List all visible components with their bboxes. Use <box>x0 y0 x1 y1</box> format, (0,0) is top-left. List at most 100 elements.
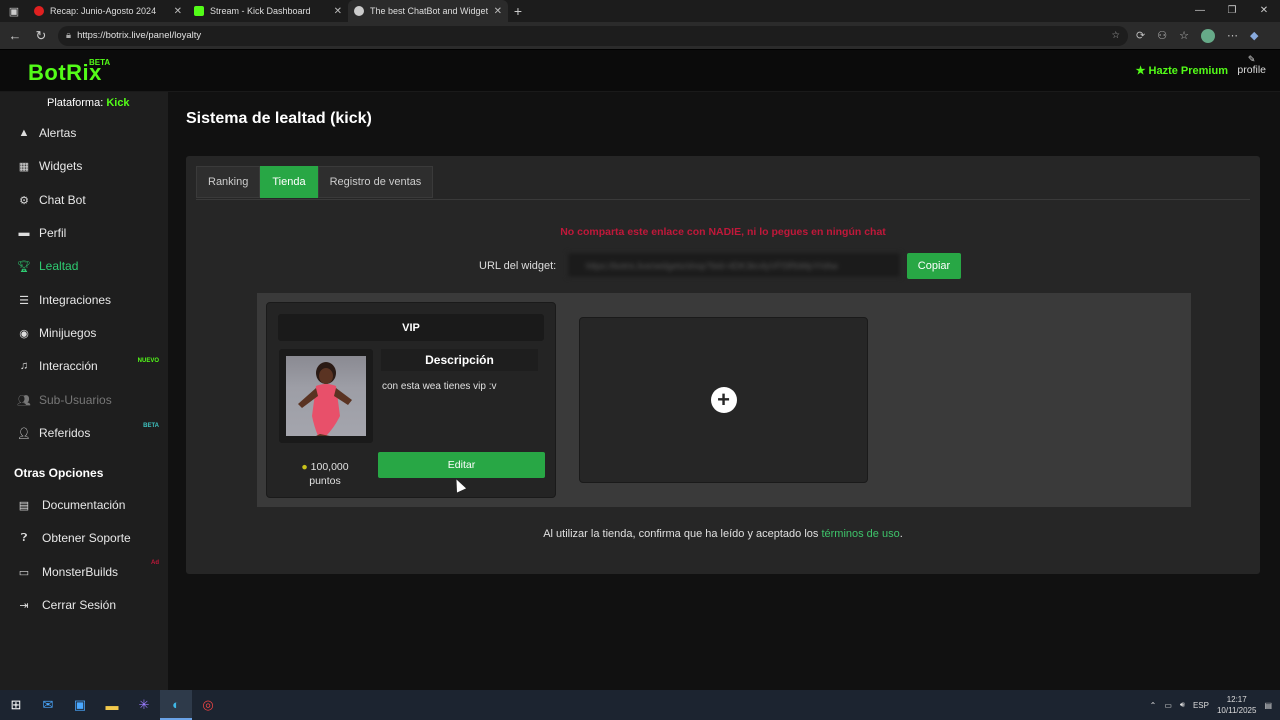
app-icon[interactable]: ✳ <box>128 690 160 720</box>
new-badge: NUEVO <box>137 358 159 364</box>
network-icon[interactable]: ▭ <box>1164 701 1172 710</box>
menu-dots-icon[interactable]: ⋯ <box>1227 29 1238 42</box>
back-icon[interactable]: ← <box>6 28 24 43</box>
taskbar: ⊞ ✉ ▣ ▬ ✳ ◐ ◎ ⌃ ▭ 🔊︎ ESP 12:17 10/11/202… <box>0 690 1280 720</box>
docs-icon: ▤ <box>18 499 30 512</box>
close-tab-icon[interactable]: ✕ <box>494 6 502 17</box>
file-explorer-icon[interactable]: ▬ <box>96 690 128 720</box>
sidebar-item-alertas[interactable]: ▲ Alertas <box>0 121 168 145</box>
item-name: VIP <box>278 314 544 341</box>
split-screen-icon[interactable]: ⚇ <box>1157 29 1167 42</box>
tab-ranking[interactable]: Ranking <box>196 166 261 198</box>
widget-url-field[interactable]: https://botrix.live/widgets/shop?bid=4DK… <box>567 252 901 278</box>
item-description: con esta wea tienes vip :v <box>382 381 497 392</box>
sidebar-item-cerrar-sesion[interactable]: ⇥ Cerrar Sesión <box>0 593 168 617</box>
share-warning: No comparta este enlace con NADIE, ni lo… <box>560 226 886 238</box>
browser-tab-2[interactable]: Stream - Kick Dashboard ✕ <box>188 0 348 22</box>
favorites-icon[interactable]: ☆ <box>1179 29 1189 42</box>
logo-beta-badge: BETA <box>89 58 111 67</box>
windows-start-icon[interactable]: ⊞ <box>0 690 32 720</box>
close-tab-icon[interactable]: ✕ <box>334 6 342 17</box>
site-header: BotRix BETA ★ Hazte Premium ✎ profile <box>0 50 1280 92</box>
sidebar-item-documentacion[interactable]: ▤ Documentación <box>0 493 168 517</box>
language-indicator[interactable]: ESP <box>1193 701 1209 710</box>
beta-badge: BETA <box>143 423 159 429</box>
add-item-card[interactable]: + <box>579 317 868 483</box>
premium-link[interactable]: ★ Hazte Premium <box>1136 64 1228 77</box>
copy-button[interactable]: Copiar <box>907 253 961 279</box>
close-window-icon[interactable]: ✕ <box>1248 0 1280 22</box>
url-field[interactable]: 🔒︎ https://botrix.live/panel/loyalty ☆ <box>58 25 1128 46</box>
sidebar-item-minijuegos[interactable]: ◉ Minijuegos <box>0 321 168 345</box>
laptop-icon: ▭ <box>18 566 30 579</box>
tab-title: Stream - Kick Dashboard <box>210 6 311 16</box>
tab-tienda[interactable]: Tienda <box>260 166 318 198</box>
plus-circle-icon[interactable]: + <box>710 387 737 413</box>
id-card-icon: ▬ <box>18 227 30 239</box>
sidebar-item-label: Documentación <box>42 498 126 512</box>
lock-icon: 🔒︎ <box>66 30 72 41</box>
sidebar-item-label: Lealtad <box>39 259 79 273</box>
page-title: Sistema de lealtad (kick) <box>186 110 372 127</box>
sidebar-item-label: Perfil <box>39 226 67 240</box>
obs-icon[interactable]: ◎ <box>192 690 224 720</box>
kick-favicon-icon <box>194 6 204 16</box>
new-tab-button[interactable]: + <box>508 3 528 19</box>
chevron-up-icon[interactable]: ⌃ <box>1150 701 1157 710</box>
minimize-icon[interactable]: — <box>1184 0 1216 22</box>
sidebar-item-chatbot[interactable]: ⚙ Chat Bot <box>0 188 168 212</box>
sidebar-item-label: Cerrar Sesión <box>42 598 117 612</box>
widget-url-label: URL del widget: <box>479 260 557 272</box>
clock[interactable]: 12:17 10/11/2025 <box>1217 694 1256 716</box>
sidebar-item-subusuarios[interactable]: 👥︎ Sub-Usuarios <box>0 388 168 412</box>
terms-text: Al utilizar la tienda, confirma que ha l… <box>543 528 822 540</box>
close-tab-icon[interactable]: ✕ <box>174 6 182 17</box>
outlook-icon[interactable]: ✉ <box>32 690 64 720</box>
profile-label: profile <box>1237 64 1266 76</box>
extensions-icon[interactable]: ⟳ <box>1136 29 1145 42</box>
sidebar-item-lealtad[interactable]: 🏆︎ Lealtad <box>0 254 168 278</box>
item-description-title: Descripción <box>381 349 538 371</box>
maximize-icon[interactable]: ❐ <box>1216 0 1248 22</box>
profile-link[interactable]: ✎ profile <box>1237 54 1266 76</box>
store-item-card: VIP Descripción con esta wea tienes vip … <box>266 302 556 498</box>
item-image <box>279 349 373 443</box>
sidebar-item-soporte[interactable]: ❓︎ Obtener Soporte <box>0 526 168 550</box>
sidebar-item-label: Integraciones <box>39 293 112 307</box>
window-controls: — ❐ ✕ <box>1184 0 1280 22</box>
browser-tab-1[interactable]: Recap: Junio-Agosto 2024 ✕ <box>28 0 188 22</box>
refresh-icon[interactable]: ↻ <box>32 28 50 44</box>
notifications-icon[interactable]: ▤ <box>1264 701 1272 710</box>
copilot-icon[interactable]: ◆ <box>1250 29 1258 42</box>
store-icon[interactable]: ▣ <box>64 690 96 720</box>
favorite-star-icon[interactable]: ☆ <box>1111 30 1120 41</box>
browser-tab-3[interactable]: The best ChatBot and Widgets fo ✕ <box>348 0 508 22</box>
coins-icon: ● <box>301 461 308 473</box>
sidebar-item-integraciones[interactable]: ☰ Integraciones <box>0 288 168 312</box>
warning-icon: ▲ <box>18 127 30 139</box>
browser-tab-bar: ▣ Recap: Junio-Agosto 2024 ✕ Stream - Ki… <box>0 0 1280 22</box>
item-price: ● 100,000 puntos <box>287 460 363 488</box>
sidebar-item-label: MonsterBuilds <box>42 565 119 579</box>
sidebar-item-label: Alertas <box>39 126 77 140</box>
price-value: 100,000 <box>310 461 349 473</box>
window-menu-icon[interactable]: ▣ <box>0 0 28 22</box>
sidebar-item-widgets[interactable]: ▦ Widgets <box>0 154 168 178</box>
sidebar-item-label: Sub-Usuarios <box>39 393 112 407</box>
sidebar-item-perfil[interactable]: ▬ Perfil <box>0 221 168 245</box>
store-items-area: VIP Descripción con esta wea tienes vip … <box>257 293 1191 507</box>
music-icon: ♫ <box>19 360 29 372</box>
star-icon: ★ <box>1135 65 1146 77</box>
sidebar-item-interaccion[interactable]: ♫ Interacción NUEVO <box>0 354 168 378</box>
volume-icon[interactable]: 🔊︎ <box>1180 700 1185 710</box>
url-text: https://botrix.live/panel/loyalty <box>77 30 202 41</box>
edge-browser-icon[interactable]: ◐ <box>160 690 192 720</box>
sidebar-item-referidos[interactable]: 👤︎ Referidos BETA <box>0 421 168 445</box>
sidebar-item-monsterbuilds[interactable]: ▭ MonsterBuilds Ad <box>0 560 168 584</box>
system-tray: ⌃ ▭ 🔊︎ ESP 12:17 10/11/2025 ▤ <box>1150 690 1280 720</box>
tab-registro-ventas[interactable]: Registro de ventas <box>317 166 434 198</box>
clock-date: 10/11/2025 <box>1216 706 1257 715</box>
edit-item-button[interactable]: Editar <box>378 452 545 478</box>
terms-link[interactable]: términos de uso <box>821 528 899 540</box>
browser-profile-avatar[interactable] <box>1200 28 1215 43</box>
